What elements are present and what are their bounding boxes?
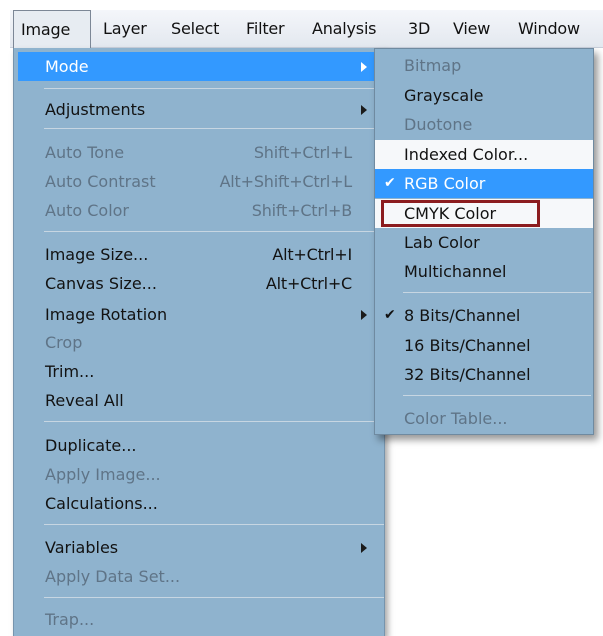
menu-separator (403, 395, 591, 396)
menu-layer[interactable]: Layer (103, 10, 147, 48)
menu-view[interactable]: View (453, 10, 490, 48)
menu-separator (44, 597, 384, 598)
menu-item-shortcut: Alt+Shift+Ctrl+L (219, 172, 353, 191)
menu-separator (44, 88, 384, 89)
menu-item-label: Trap... (45, 610, 95, 629)
submenu-item-label: Duotone (404, 115, 473, 134)
submenu-item-32-bits-channel[interactable]: 32 Bits/Channel (375, 360, 593, 389)
menu-item-label: Auto Tone (45, 143, 125, 162)
menu-item-duplicate[interactable]: Duplicate... (14, 431, 384, 460)
submenu-item-bitmap: Bitmap (375, 51, 593, 80)
menu-item-image-rotation[interactable]: Image Rotation (14, 300, 384, 329)
submenu-item-label: 16 Bits/Channel (404, 336, 531, 355)
menu-filter[interactable]: Filter (246, 10, 285, 48)
submenu-item-label: Bitmap (404, 56, 462, 75)
submenu-item-duotone: Duotone (375, 110, 593, 139)
submenu-arrow-icon (361, 62, 367, 72)
menu-separator (44, 421, 384, 422)
menu-separator (403, 292, 591, 293)
submenu-item-label: Color Table... (404, 409, 508, 428)
menu-item-variables[interactable]: Variables (14, 533, 384, 562)
menu-item-label: Trim... (45, 362, 95, 381)
menu-item-apply-image: Apply Image... (14, 460, 384, 489)
submenu-item-color-table: Color Table... (375, 404, 593, 433)
menu-item-mode[interactable]: Mode (18, 52, 380, 81)
menu-separator (44, 524, 384, 525)
checkmark-icon: ✔ (384, 307, 396, 323)
submenu-arrow-icon (361, 543, 367, 553)
submenu-item-16-bits-channel[interactable]: 16 Bits/Channel (375, 331, 593, 360)
menu-item-image-size[interactable]: Image Size... Alt+Ctrl+I (14, 240, 384, 269)
menu-item-apply-data-set: Apply Data Set... (14, 562, 384, 591)
mode-submenu: Bitmap Grayscale Duotone Indexed Color..… (374, 48, 594, 435)
menu-item-trap: Trap... (14, 605, 384, 634)
menu-window[interactable]: Window (518, 10, 580, 48)
submenu-item-cmyk-color[interactable]: CMYK Color (375, 199, 593, 228)
menu-item-label: Image Rotation (45, 305, 168, 324)
submenu-arrow-icon (361, 310, 367, 320)
submenu-item-label: Lab Color (404, 233, 480, 252)
menu-item-label: Duplicate... (45, 436, 137, 455)
menu-item-label: Auto Color (45, 201, 130, 220)
submenu-item-rgb-color[interactable]: ✔ RGB Color (375, 169, 593, 198)
menu-item-label: Canvas Size... (45, 274, 157, 293)
menu-item-shortcut: Alt+Ctrl+I (272, 245, 352, 264)
menu-bar: Image Layer Select Filter Analysis 3D Vi… (10, 10, 603, 48)
submenu-item-label: Indexed Color... (404, 145, 529, 164)
submenu-item-8-bits-channel[interactable]: ✔ 8 Bits/Channel (375, 301, 593, 330)
menu-item-label: Apply Image... (45, 465, 161, 484)
submenu-item-label: 8 Bits/Channel (404, 306, 521, 325)
menu-item-label: Auto Contrast (45, 172, 156, 191)
menu-analysis[interactable]: Analysis (312, 10, 377, 48)
menu-item-label: Image Size... (45, 245, 149, 264)
submenu-item-indexed-color[interactable]: Indexed Color... (375, 140, 593, 169)
menu-item-label: Crop (45, 333, 83, 352)
menu-item-label: Apply Data Set... (45, 567, 181, 586)
menu-item-shortcut: Shift+Ctrl+L (253, 143, 352, 162)
menu-item-label: Reveal All (45, 391, 124, 410)
menu-item-shortcut: Alt+Ctrl+C (265, 274, 352, 293)
menu-item-canvas-size[interactable]: Canvas Size... Alt+Ctrl+C (14, 269, 384, 298)
submenu-item-label: RGB Color (404, 174, 486, 193)
menu-item-shortcut: Shift+Ctrl+B (251, 201, 352, 220)
menu-item-trim[interactable]: Trim... (14, 357, 384, 386)
checkmark-icon: ✔ (384, 175, 396, 191)
menu-select[interactable]: Select (171, 10, 219, 48)
submenu-item-label: Grayscale (404, 86, 484, 105)
submenu-item-label: Multichannel (404, 262, 507, 281)
menu-item-auto-color: Auto Color Shift+Ctrl+B (14, 196, 384, 225)
submenu-item-label: CMYK Color (404, 204, 497, 223)
submenu-item-lab-color[interactable]: Lab Color (375, 228, 593, 257)
image-menu-dropdown: Mode Adjustments Auto Tone Shift+Ctrl+L … (13, 48, 385, 636)
menu-item-auto-tone: Auto Tone Shift+Ctrl+L (14, 138, 384, 167)
submenu-arrow-icon (361, 105, 367, 115)
menu-separator (44, 128, 384, 129)
menu-item-crop: Crop (14, 328, 384, 357)
submenu-item-label: 32 Bits/Channel (404, 365, 531, 384)
menu-item-auto-contrast: Auto Contrast Alt+Shift+Ctrl+L (14, 167, 384, 196)
submenu-item-grayscale[interactable]: Grayscale (375, 81, 593, 110)
menu-image[interactable]: Image (13, 10, 91, 48)
menu-item-label: Mode (45, 57, 89, 76)
menu-separator (44, 231, 384, 232)
menu-item-calculations[interactable]: Calculations... (14, 489, 384, 518)
menu-3d[interactable]: 3D (408, 10, 430, 48)
menu-item-adjustments[interactable]: Adjustments (14, 95, 384, 124)
menu-item-label: Variables (45, 538, 119, 557)
menu-item-label: Adjustments (45, 100, 146, 119)
menu-item-label: Calculations... (45, 494, 158, 513)
menu-item-reveal-all[interactable]: Reveal All (14, 386, 384, 415)
submenu-item-multichannel[interactable]: Multichannel (375, 257, 593, 286)
